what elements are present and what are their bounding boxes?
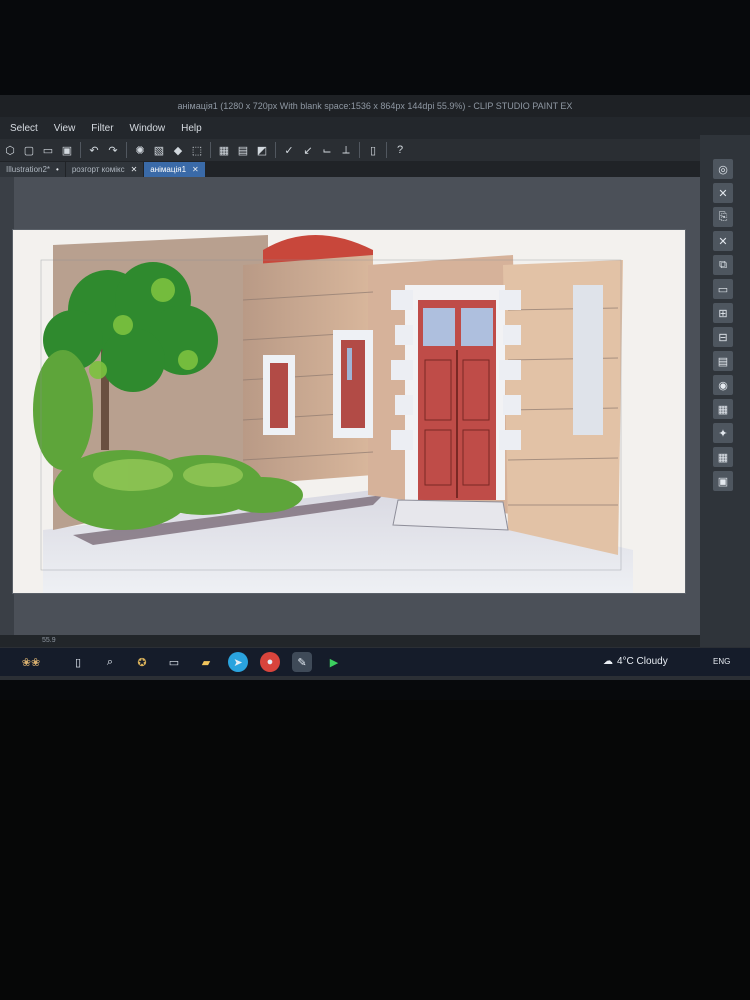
medal-icon[interactable]: ✪ — [132, 652, 152, 672]
tab-modified-dot: • — [56, 165, 59, 174]
ruler-icon[interactable]: ▤ — [235, 142, 251, 158]
toolbar-divider — [359, 142, 360, 158]
loading-icon[interactable]: ✺ — [132, 142, 148, 158]
taskbar: ❀❀ ▯ ⌕ ✪ ▭ ▰ ➤ ● ✎ ▶ ☁ 4°C Cloudy ENG — [0, 648, 750, 676]
redo-icon[interactable]: ↷ — [105, 142, 121, 158]
toolbar-divider — [80, 142, 81, 158]
merge-icon[interactable]: ⧉ — [713, 255, 733, 275]
search-icon[interactable]: ⌕ — [100, 652, 120, 672]
store-icon[interactable]: ▭ — [164, 652, 184, 672]
menu-view[interactable]: View — [46, 123, 84, 134]
new-file-icon[interactable]: ▢ — [21, 142, 37, 158]
settings-icon[interactable]: ✦ — [713, 423, 733, 443]
toolbar-divider — [126, 142, 127, 158]
tab-label: Illustration2* — [6, 165, 51, 174]
weather-widget[interactable]: ☁ 4°C Cloudy — [603, 648, 668, 676]
toolbar-divider — [210, 142, 211, 158]
menu-filter[interactable]: Filter — [83, 123, 121, 134]
tab-animation1[interactable]: анімація1 ✕ — [144, 162, 205, 177]
new-layer-icon[interactable]: ⊞ — [713, 303, 733, 323]
tab-label: анімація1 — [150, 165, 187, 174]
keyboard-area — [0, 700, 750, 1000]
grid-icon[interactable]: ▦ — [216, 142, 232, 158]
menu-window[interactable]: Window — [122, 123, 174, 134]
menu-select[interactable]: Select — [0, 123, 46, 134]
smartphone-icon[interactable]: ▯ — [365, 142, 381, 158]
grid-icon[interactable]: ▦ — [713, 447, 733, 467]
clip-studio-icon[interactable]: ✎ — [292, 652, 312, 672]
window-title: анімація1 (1280 x 720px With blank space… — [0, 95, 750, 117]
help-icon[interactable]: ? — [392, 142, 408, 158]
files-icon[interactable]: ▰ — [196, 652, 216, 672]
navigator-icon[interactable]: ◎ — [713, 159, 733, 179]
drawing-canvas[interactable] — [13, 230, 685, 593]
clear-icon[interactable]: ▧ — [151, 142, 167, 158]
delete-layer-icon[interactable]: ⊟ — [713, 327, 733, 347]
screen: анімація1 (1280 x 720px With blank space… — [0, 95, 750, 680]
status-bar: 55.9 — [0, 635, 700, 647]
x-icon[interactable]: ✕ — [713, 231, 733, 251]
weather-text: 4°C Cloudy — [617, 656, 668, 667]
task-view-icon[interactable]: ▯ — [68, 652, 88, 672]
open-folder-icon[interactable]: ▭ — [40, 142, 56, 158]
butterfly-icon[interactable]: ❀❀ — [6, 652, 56, 672]
tab-label: розгорт комікс — [71, 165, 125, 174]
tab-rozgort[interactable]: розгорт комікс ✕ — [65, 162, 144, 177]
document-tabs: Illustration2* • розгорт комікс ✕ анімац… — [0, 161, 710, 177]
transform-icon[interactable]: ⬚ — [189, 142, 205, 158]
toolbar-divider — [386, 142, 387, 158]
telegram-icon[interactable]: ➤ — [228, 652, 248, 672]
left-panel-edge[interactable] — [0, 177, 14, 647]
close-icon[interactable]: ✕ — [192, 162, 199, 177]
chrome-icon[interactable]: ● — [260, 652, 280, 672]
folder-icon[interactable]: ▭ — [713, 279, 733, 299]
select-pen-icon[interactable]: ⟂ — [338, 142, 354, 158]
menu-bar: Select View Filter Window Help — [0, 117, 750, 139]
layer-icon[interactable]: ▣ — [713, 471, 733, 491]
app-icon[interactable]: ⬡ — [2, 142, 18, 158]
toolbar-divider — [275, 142, 276, 158]
save-icon[interactable]: ▣ — [59, 142, 75, 158]
undo-icon[interactable]: ↶ — [86, 142, 102, 158]
x-icon[interactable]: ✕ — [713, 183, 733, 203]
property-icon[interactable]: ▤ — [713, 351, 733, 371]
select-check-icon[interactable]: ✓ — [281, 142, 297, 158]
select-line-icon[interactable]: ⌙ — [319, 142, 335, 158]
copy-icon[interactable]: ⎘ — [713, 207, 733, 227]
tab-illustration2[interactable]: Illustration2* • — [0, 162, 65, 177]
fill-icon[interactable]: ◆ — [170, 142, 186, 158]
menu-help[interactable]: Help — [173, 123, 210, 134]
camera-icon[interactable]: ◉ — [713, 375, 733, 395]
cloud-icon: ☁ — [603, 656, 613, 667]
close-icon[interactable]: ✕ — [131, 162, 138, 177]
timeline-icon[interactable]: ▦ — [713, 399, 733, 419]
snap-icon[interactable]: ◩ — [254, 142, 270, 158]
select-curve-icon[interactable]: ↙ — [300, 142, 316, 158]
command-bar: ⬡ ▢ ▭ ▣ ↶ ↷ ✺ ▧ ◆ ⬚ ▦ ▤ ◩ ✓ ↙ ⌙ ⟂ ▯ ? — [0, 139, 710, 161]
player-icon[interactable]: ▶ — [324, 652, 344, 672]
zoom-readout: 55.9 — [42, 637, 56, 644]
artwork-illustration — [33, 235, 633, 593]
language-indicator[interactable]: ENG — [713, 648, 730, 676]
layer-command-column: ◎ ✕ ⎘ ✕ ⧉ ▭ ⊞ ⊟ ▤ ◉ ▦ ✦ ▦ ▣ — [710, 155, 736, 635]
